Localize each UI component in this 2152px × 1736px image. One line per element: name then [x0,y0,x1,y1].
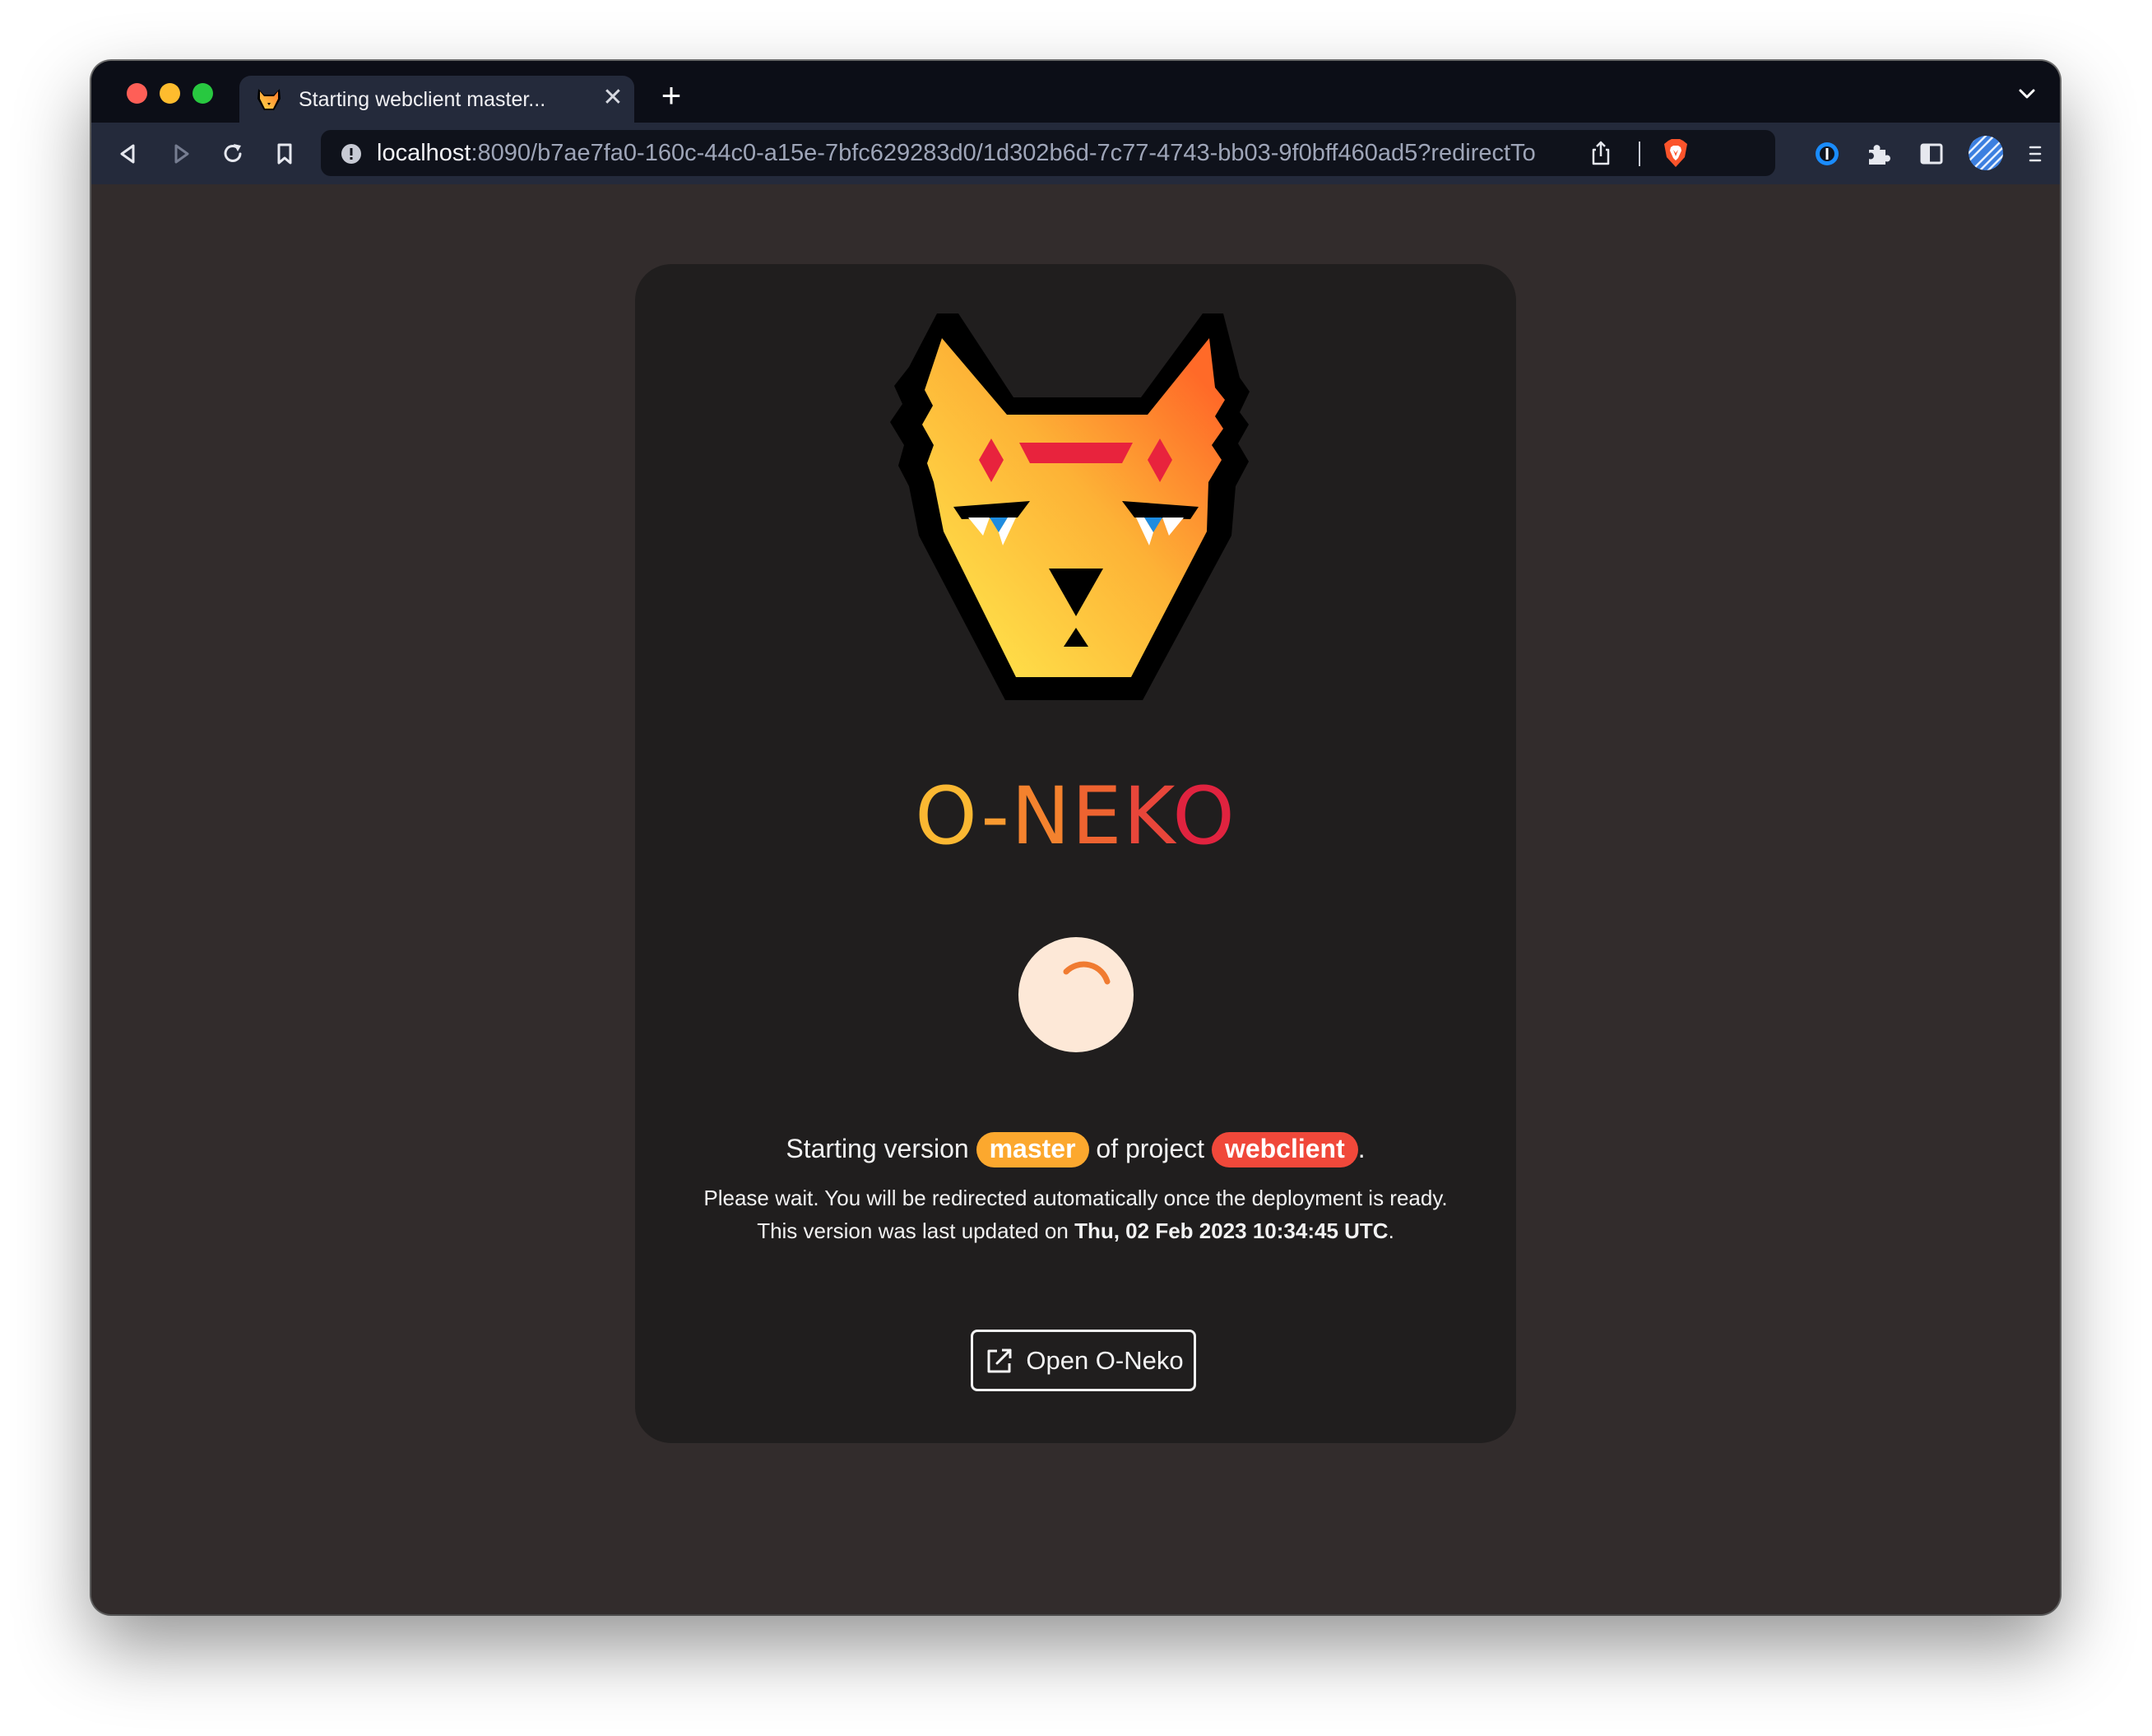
close-window-button[interactable] [127,83,147,104]
tab-close-icon[interactable]: ✕ [599,84,627,112]
o-neko-cat-logo [890,313,1250,700]
password-manager-icon[interactable] [1813,140,1841,168]
loading-spinner [1018,937,1134,1052]
minimize-window-button[interactable] [160,83,180,104]
last-updated-message: This version was last updated on Thu, 02… [635,1218,1516,1244]
updated-prefix: This version was last updated on [757,1218,1069,1243]
chevron-down-icon[interactable] [2015,84,2039,104]
version-badge: master [976,1132,1089,1167]
status-middle: of project [1096,1134,1205,1163]
brand-letter: N [1011,770,1072,862]
loading-arc-icon [1063,961,1111,985]
status-message: Starting version master of project webcl… [635,1132,1516,1167]
brand-letter: E [1071,770,1124,862]
updated-suffix: . [1388,1218,1394,1243]
bookmark-icon[interactable] [271,140,299,168]
menu-icon[interactable] [2021,140,2049,168]
updated-date: Thu, 02 Feb 2023 10:34:45 UTC [1074,1218,1389,1243]
site-info-icon[interactable] [341,143,362,165]
brand-letter: K [1123,770,1173,862]
share-icon[interactable] [1588,139,1614,167]
page-content: O-NEKO Starting version master of projec… [91,184,2060,1614]
status-suffix: . [1357,1134,1366,1163]
brand-letter: O [1172,770,1236,862]
extensions-icon[interactable] [1864,140,1892,168]
wait-message: Please wait. You will be redirected auto… [703,1186,1448,1210]
brave-shield-icon[interactable] [1662,137,1690,169]
new-tab-button[interactable]: + [655,78,688,113]
reload-icon[interactable] [219,140,247,168]
url-path: :8090/b7ae7fa0-160c-44c0-a15e-7bfc629283… [471,140,1537,166]
tab-title: Starting webclient master... [299,88,546,111]
browser-window: Starting webclient master... ✕ + localho… [91,61,2060,1614]
o-neko-cat-icon [257,89,281,110]
external-link-icon [987,1348,1012,1372]
title-bar: Starting webclient master... ✕ + [91,61,2060,123]
project-badge: webclient [1211,1132,1358,1167]
brand-letter: O [915,770,981,862]
deployment-card: O-NEKO Starting version master of projec… [635,264,1516,1443]
address-bar[interactable]: localhost:8090/b7ae7fa0-160c-44c0-a15e-7… [321,130,1775,176]
forward-icon[interactable] [167,140,195,168]
zoom-window-button[interactable] [192,83,213,104]
open-button-label: Open O-Neko [1026,1345,1184,1375]
back-icon[interactable] [114,140,142,168]
sidebar-icon[interactable] [1918,140,1946,168]
browser-tab[interactable]: Starting webclient master... ✕ [239,76,634,123]
browser-toolbar: localhost:8090/b7ae7fa0-160c-44c0-a15e-7… [91,123,2060,184]
url-divider [1639,142,1640,166]
status-prefix: Starting version [786,1134,969,1163]
url-host: localhost [377,140,471,166]
brand-letter: - [981,770,1012,862]
url-text[interactable]: localhost:8090/b7ae7fa0-160c-44c0-a15e-7… [377,140,1537,167]
open-o-neko-button[interactable]: Open O-Neko [971,1330,1196,1391]
profile-avatar-icon[interactable] [1967,134,2005,172]
o-neko-brand-title: O-NEKO [635,770,1516,862]
